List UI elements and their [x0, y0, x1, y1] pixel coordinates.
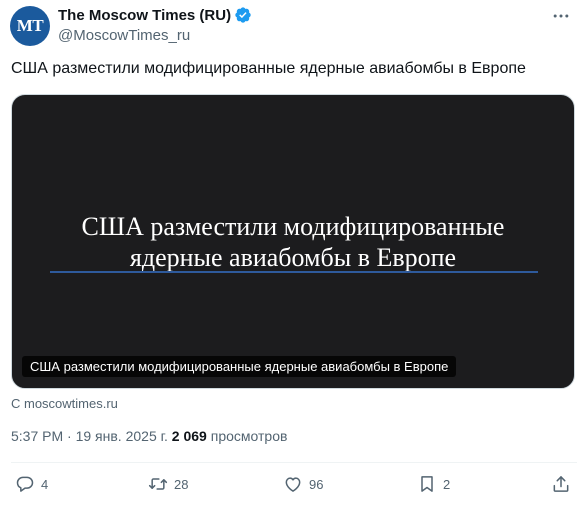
- like-button[interactable]: 96: [283, 474, 323, 494]
- repost-button[interactable]: 28: [148, 474, 188, 494]
- card-headline: США разместили модифицированные ядерные …: [12, 211, 574, 273]
- like-icon: [285, 477, 301, 492]
- tweet-date[interactable]: 19 янв. 2025 г.: [76, 428, 168, 444]
- more-icon[interactable]: [550, 6, 572, 26]
- action-bar: 4 28 96 2: [0, 474, 588, 500]
- link-card[interactable]: США разместили модифицированные ядерные …: [11, 94, 575, 389]
- like-count: 96: [309, 476, 324, 492]
- views-count: 2 069: [171, 428, 207, 444]
- card-headline-line-1: США разместили модифицированные: [81, 212, 505, 241]
- share-icon: [553, 476, 569, 492]
- verified-badge-icon[interactable]: [234, 6, 252, 24]
- reply-icon: [16, 476, 34, 492]
- tweet-time[interactable]: 5:37 PM: [11, 428, 63, 444]
- card-headline-line-2: ядерные авиабомбы в Европе: [129, 243, 457, 272]
- avatar-text: MT: [16, 16, 44, 35]
- tweet-header: MT The Moscow Times (RU) @MoscowTimes_ru: [10, 6, 578, 46]
- card-caption: США разместили модифицированные ядерные …: [22, 356, 457, 377]
- meta-separator: ·: [67, 428, 72, 444]
- bookmark-count: 2: [443, 476, 451, 492]
- bookmark-button[interactable]: 2: [417, 474, 450, 494]
- bookmark-icon: [421, 476, 433, 492]
- reply-count: 4: [41, 476, 49, 492]
- divider: [11, 462, 577, 463]
- author-handle[interactable]: @MoscowTimes_ru: [58, 27, 252, 44]
- avatar[interactable]: MT: [10, 6, 50, 46]
- views-label: просмотров: [210, 428, 288, 444]
- author-info: The Moscow Times (RU) @MoscowTimes_ru: [58, 6, 252, 44]
- tweet-text: США разместили модифицированные ядерные …: [11, 60, 526, 77]
- share-button[interactable]: [551, 474, 571, 494]
- repost-count: 28: [174, 476, 189, 492]
- author-display-name[interactable]: The Moscow Times (RU): [58, 7, 231, 24]
- card-source-link[interactable]: С moscowtimes.ru: [11, 396, 118, 411]
- card-divider-line: [50, 271, 538, 273]
- reply-button[interactable]: 4: [15, 474, 48, 494]
- repost-icon: [148, 478, 168, 490]
- tweet-meta: 5:37 PM · 19 янв. 2025 г. 2 069 просмотр…: [11, 428, 287, 444]
